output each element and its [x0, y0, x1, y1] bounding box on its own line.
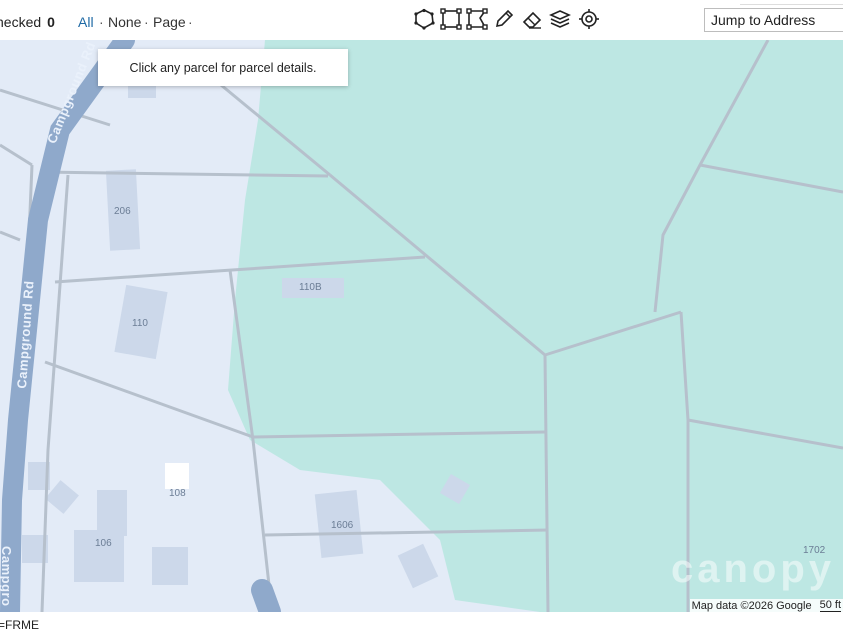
eraser-icon[interactable]	[521, 8, 543, 30]
lasso-select-icon[interactable]	[466, 8, 488, 30]
building	[397, 543, 439, 589]
map-toolbar: hecked 0 All · None · Page · Jump to Addr…	[0, 0, 843, 41]
jump-to-address-input[interactable]: Jump to Address	[704, 8, 843, 32]
parcel-label[interactable]: 1606	[331, 520, 353, 531]
footer-text: =FRME	[0, 618, 40, 632]
attribution-text: Map data ©2026 Google	[691, 599, 812, 612]
separator-dot: ·	[99, 14, 104, 30]
parcel-label[interactable]: 106	[95, 538, 112, 549]
checked-count: 0	[47, 14, 55, 30]
select-none-link[interactable]: None	[108, 14, 141, 30]
locate-target-icon[interactable]	[578, 8, 600, 30]
rectangle-select-icon[interactable]	[440, 8, 462, 30]
scale-bar: 50 ft	[819, 599, 841, 612]
polygon-select-icon[interactable]	[413, 8, 435, 30]
road-label: Campgro	[0, 546, 14, 607]
building	[97, 490, 127, 536]
toolbar-divider	[740, 0, 843, 5]
parcel-label[interactable]: 206	[114, 206, 131, 217]
select-all-link[interactable]: All	[78, 14, 94, 30]
parcel-line	[0, 143, 33, 167]
parcel-tooltip: Click any parcel for parcel details.	[98, 49, 348, 86]
parcel-line	[44, 360, 254, 439]
parcel-map[interactable]: Campground Rd Campground Rd Campgro 206 …	[0, 40, 843, 612]
building	[152, 547, 188, 585]
footer-bar: =FRME	[0, 612, 843, 632]
separator-dot: ·	[144, 14, 149, 30]
layers-icon[interactable]	[549, 8, 571, 30]
map-canvas	[0, 40, 843, 612]
tooltip-text: Click any parcel for parcel details.	[129, 60, 317, 75]
parcel-label[interactable]: 110	[132, 318, 148, 329]
building-selected	[165, 463, 189, 489]
building	[45, 480, 79, 514]
parcel-label[interactable]: 110B	[299, 282, 322, 293]
select-page-link[interactable]: Page	[153, 14, 186, 30]
parcel-label[interactable]: 108	[169, 488, 186, 499]
road-spur	[251, 579, 281, 612]
pencil-draw-icon[interactable]	[493, 8, 515, 30]
separator-dot: ·	[188, 14, 193, 30]
parcel-line	[0, 230, 21, 242]
map-attribution: Map data ©2026 Google 50 ft	[689, 599, 843, 612]
canopy-watermark: canopy	[670, 547, 835, 591]
checked-count-label: hecked 0	[0, 14, 55, 30]
checked-label: hecked	[0, 14, 42, 30]
